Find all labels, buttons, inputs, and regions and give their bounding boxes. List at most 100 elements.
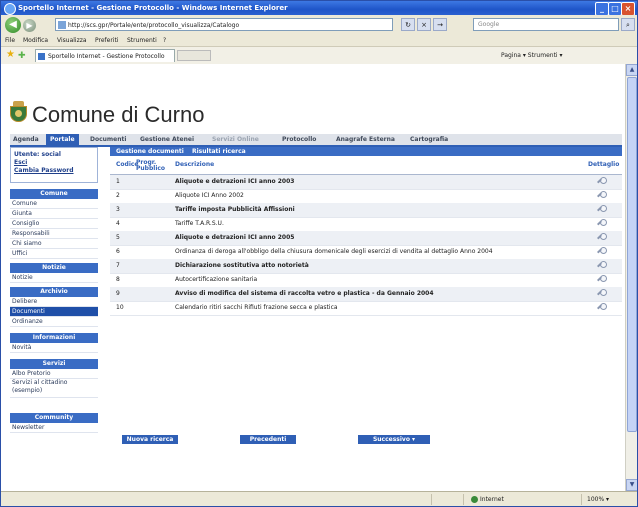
table-row[interactable]: 2 Aliquote ICI Anno 2002 — [110, 189, 622, 204]
sidebar-item-comune[interactable]: Comune — [10, 199, 98, 209]
nav-agenda[interactable]: Agenda — [13, 134, 39, 145]
new-tab-button[interactable] — [177, 50, 211, 61]
previous-button[interactable]: Precedenti — [240, 435, 296, 444]
table-row[interactable]: 4 Tariffe T.A.R.S.U. — [110, 217, 622, 232]
sidebar: Utente: social Esci Cambia Password Comu… — [10, 147, 98, 487]
table-row[interactable]: 8 Autocertificazione sanitaria — [110, 273, 622, 288]
table-row[interactable]: 5 Aliquote e detrazioni ICI anno 2005 — [110, 231, 622, 246]
magnifier-icon[interactable] — [597, 233, 607, 242]
menu-favorites[interactable]: Preferiti — [95, 35, 119, 46]
sidebar-item-documenti[interactable]: Documenti — [10, 307, 98, 317]
browser-tab[interactable]: Sportello Internet - Gestione Protocollo — [35, 49, 175, 62]
sidebar-item-chi-siamo[interactable]: Chi siamo — [10, 239, 98, 249]
row-code: 4 — [116, 220, 120, 227]
sidebar-item-novita[interactable]: Novità — [10, 343, 98, 353]
sidebar-item-albo-pretorio[interactable]: Albo Pretorio — [10, 369, 98, 379]
row-description[interactable]: Tariffe T.A.R.S.U. — [175, 221, 224, 227]
nav-portale[interactable]: Portale — [46, 134, 79, 145]
row-description[interactable]: Autocertificazione sanitaria — [175, 277, 257, 283]
table-row[interactable]: 6 Ordinanza di deroga all'obbligo della c… — [110, 245, 622, 260]
login-box: Utente: social Esci Cambia Password — [10, 147, 98, 183]
nav-gestione-atenei[interactable]: Gestione Atenei — [140, 134, 194, 145]
toolbar-tools[interactable]: Pagina ▾ Strumenti ▾ — [501, 50, 563, 61]
sidebar-item-consiglio[interactable]: Consiglio — [10, 219, 98, 229]
nav-cartografia[interactable]: Cartografia — [410, 134, 448, 145]
magnifier-icon[interactable] — [597, 205, 607, 214]
next-button[interactable]: Successivo ▾ — [358, 435, 430, 444]
row-description[interactable]: Ordinanza di deroga all'obbligo della ch… — [175, 249, 493, 255]
search-icon[interactable]: ⌕ — [621, 18, 635, 31]
nav-anagrafe-esterna[interactable]: Anagrafe Esterna — [336, 134, 395, 145]
row-code: 3 — [116, 206, 120, 213]
sidebar-item-notizie[interactable]: Notizie — [10, 273, 98, 283]
subnav-risultati-ricerca[interactable]: Risultati ricerca — [192, 147, 246, 156]
header-descrizione[interactable]: Descrizione — [175, 162, 214, 168]
scroll-up-icon[interactable]: ▲ — [626, 64, 637, 76]
menu-help[interactable]: ? — [163, 35, 166, 46]
row-code: 9 — [116, 290, 120, 297]
nav-documenti[interactable]: Documenti — [90, 134, 126, 145]
back-button[interactable]: ◀ — [5, 17, 21, 33]
menu-tools[interactable]: Strumenti — [127, 35, 157, 46]
zoom-level[interactable]: 100% ▾ — [587, 492, 609, 506]
table-row[interactable]: 1 Aliquote e detrazioni ICI anno 2003 — [110, 175, 622, 190]
table-row[interactable]: 9 Avviso di modifica del sistema di racco… — [110, 287, 622, 302]
header-progr-pubblico[interactable]: Progr. Pubblico — [136, 160, 165, 172]
magnifier-icon[interactable] — [597, 219, 607, 228]
sidebar-item-giunta[interactable]: Giunta — [10, 209, 98, 219]
table-row[interactable]: 7 Dichiarazione sostitutiva atto notoriet… — [110, 259, 622, 274]
forward-button[interactable]: ▶ — [23, 19, 36, 32]
zone-label: Internet — [480, 496, 504, 503]
maximize-button[interactable]: □ — [608, 2, 622, 16]
magnifier-icon[interactable] — [597, 261, 607, 270]
scroll-thumb[interactable] — [627, 77, 637, 432]
row-description[interactable]: Avviso di modifica del sistema di raccol… — [175, 291, 434, 297]
row-description[interactable]: Aliquote ICI Anno 2002 — [175, 193, 244, 199]
magnifier-icon[interactable] — [597, 289, 607, 298]
sidebar-item-responsabili[interactable]: Responsabili — [10, 229, 98, 239]
menu-edit[interactable]: Modifica — [23, 35, 48, 46]
url-input[interactable]: http://scs.gpr/Portale/ente/protocollo_v… — [55, 18, 393, 31]
stop-button[interactable]: × — [417, 18, 431, 31]
table-header: Codice Progr. Pubblico Descrizione Detta… — [110, 160, 622, 175]
vertical-scrollbar[interactable]: ▲ ▼ — [625, 64, 637, 491]
header-dettaglio[interactable]: Dettaglio — [588, 162, 619, 168]
sidebar-item-servizi-cittadino[interactable]: Servizi al cittadino (esempio) — [10, 379, 98, 398]
refresh-button[interactable]: ↻ — [401, 18, 415, 31]
subnav-gestione-documenti[interactable]: Gestione documenti — [116, 147, 184, 156]
magnifier-icon[interactable] — [597, 247, 607, 256]
search-input[interactable]: Google — [473, 18, 619, 31]
row-code: 1 — [116, 178, 120, 185]
sidebar-item-delibere[interactable]: Delibere — [10, 297, 98, 307]
row-description[interactable]: Aliquote e detrazioni ICI anno 2003 — [175, 179, 294, 185]
magnifier-icon[interactable] — [597, 303, 607, 312]
minimize-button[interactable]: _ — [595, 2, 609, 16]
row-code: 7 — [116, 262, 120, 269]
row-description[interactable]: Dichiarazione sostitutiva atto notorietà — [175, 263, 309, 269]
logout-link[interactable]: Esci — [11, 159, 97, 167]
magnifier-icon[interactable] — [597, 275, 607, 284]
row-description[interactable]: Aliquote e detrazioni ICI anno 2005 — [175, 235, 294, 241]
magnifier-icon[interactable] — [597, 177, 607, 186]
table-row[interactable]: 10 Calendario ritiri sacchi Rifiuti frazi… — [110, 301, 622, 316]
sidebar-item-uffici[interactable]: Uffici — [10, 249, 98, 259]
menu-file[interactable]: File — [5, 35, 15, 46]
menu-view[interactable]: Visualizza — [57, 35, 87, 46]
go-button[interactable]: → — [433, 18, 447, 31]
row-description[interactable]: Calendario ritiri sacchi Rifiuti frazion… — [175, 305, 338, 311]
sidebar-item-newsletter[interactable]: Newsletter — [10, 423, 98, 433]
favorites-star-icon[interactable]: ★ — [6, 50, 15, 60]
add-favorite-icon[interactable]: ✚ — [18, 51, 26, 61]
close-button[interactable]: × — [621, 2, 635, 16]
sidebar-heading: Comune — [10, 189, 98, 199]
nav-protocollo[interactable]: Protocollo — [282, 134, 316, 145]
new-search-button[interactable]: Nuova ricerca — [122, 435, 178, 444]
row-description[interactable]: Tariffe imposta Pubblicità Affissioni — [175, 207, 295, 213]
change-password-link[interactable]: Cambia Password — [11, 167, 97, 175]
sidebar-section-archivio: Archivio Delibere Documenti Ordinanze — [10, 287, 98, 327]
sidebar-item-ordinanze[interactable]: Ordinanze — [10, 317, 98, 327]
scroll-down-icon[interactable]: ▼ — [626, 479, 637, 491]
table-row[interactable]: 3 Tariffe imposta Pubblicità Affissioni — [110, 203, 622, 218]
magnifier-icon[interactable] — [597, 191, 607, 200]
row-code: 2 — [116, 192, 120, 199]
